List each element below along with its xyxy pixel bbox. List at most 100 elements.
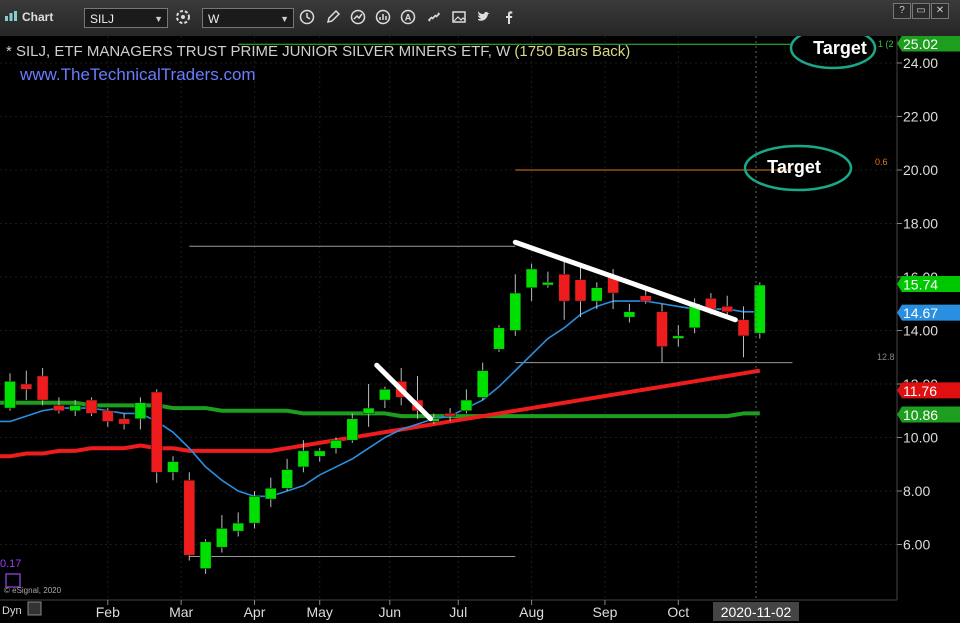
candle-body [69,405,81,411]
candle-body [297,450,310,468]
maximize-button-label: ▭ [916,5,926,16]
candle-body [639,295,652,302]
chart-toolbar: Chart SILJ ▼ W ▼ A ? ▭ ✕ [0,0,960,37]
candle-body [444,413,456,417]
bars-back-label: (1750 Bars Back) [514,43,630,60]
time-tick-label: Aug [519,604,544,620]
price-tag-label: 14.67 [903,305,938,321]
candle-body [216,528,228,548]
time-icon[interactable] [298,9,316,27]
candle-body [183,480,196,556]
close-button[interactable]: ✕ [931,3,949,19]
time-tick-label: May [306,604,332,620]
price-tag: 10.86 [897,406,960,423]
candle-body [623,311,636,318]
candle [199,539,212,574]
interval-value: W [208,12,220,26]
fib-upper-label: 1 (2 [878,39,894,49]
candle-body [574,279,587,302]
price-tick-label: 6.00 [903,537,930,553]
price-tag-label: 15.74 [903,276,938,292]
candle [493,325,505,352]
price-tag: 11.76 [897,382,960,399]
close-button-label: ✕ [935,5,945,16]
time-tick-label: Jun [379,604,402,620]
candle-body [558,274,570,302]
price-tick-label: 14.00 [903,323,938,339]
time-tick-label: Oct [667,604,689,620]
alert-icon[interactable]: A [399,9,417,27]
price-tick-label: 10.00 [903,430,938,446]
link-icon[interactable] [425,9,443,27]
image-icon[interactable] [450,9,468,27]
interval-input[interactable]: W ▼ [202,8,294,28]
candle-body [656,311,668,347]
price-tick-label: 24.00 [903,55,938,71]
candle-body [346,418,359,441]
candle-body [591,287,603,302]
price-tick-label: 20.00 [903,162,938,178]
dyn-label[interactable]: Dyn [2,605,22,617]
price-tick-label: 22.00 [903,109,938,125]
candle-body [313,450,326,457]
candle-body [379,389,391,401]
symbol-input[interactable]: SILJ ▼ [84,8,168,28]
price-tag-label: 11.76 [903,383,937,399]
copyright-label: © eSignal, 2020 [4,586,62,595]
candle-body [36,375,49,401]
candle-body [672,335,685,339]
candle-body [199,541,212,569]
help-button[interactable]: ? [893,3,911,19]
price-chart[interactable]: * SILJ, ETF MANAGERS TRUST PRIME JUNIOR … [0,36,960,623]
candle-body [167,461,179,473]
maximize-button[interactable]: ▭ [912,3,930,19]
facebook-icon[interactable] [500,9,518,27]
twitter-icon[interactable] [475,9,493,27]
time-tick-label: Sep [592,604,617,620]
chart-app-icon [5,11,17,21]
candle-body [53,405,65,411]
price-tag: 25.02 [897,36,960,52]
candle-body [102,410,114,422]
time-tick-label: Jul [449,604,467,620]
svg-text:A: A [405,13,412,23]
chevron-down-icon[interactable]: ▼ [154,9,163,29]
target-upper-label: Target [813,38,867,58]
candle-body [330,439,342,449]
chart-style-icon[interactable] [349,9,367,27]
candle-body [542,282,554,286]
time-tick-label: Apr [244,604,266,620]
candle-body [525,268,538,288]
candle-body [248,496,261,524]
price-tag-label: 10.86 [903,407,938,423]
candle [150,389,163,483]
website-label[interactable]: www.TheTechnicalTraders.com [19,65,256,84]
stats-icon[interactable] [374,9,392,27]
candle-body [509,292,522,331]
instrument-title: * SILJ, ETF MANAGERS TRUST PRIME JUNIOR … [6,43,630,60]
candle-body [150,391,163,473]
price-tag: 15.74 [897,275,960,292]
settings-icon[interactable] [174,9,192,27]
chart-window: Chart SILJ ▼ W ▼ A ? ▭ ✕ * SILJ, ETF MAN… [0,0,960,623]
instrument-name: * SILJ, ETF MANAGERS TRUST PRIME JUNIOR … [6,43,511,60]
draw-icon[interactable] [324,9,342,27]
candle-body [4,381,16,409]
time-tick-label: Mar [169,604,193,620]
candle-body [85,399,98,414]
price-tag-label: 25.02 [903,36,938,52]
candle [183,472,196,561]
chart-title-label: Chart [22,10,54,24]
target-lower-label: Target [767,157,821,177]
candle-body [281,469,293,489]
help-button-label: ? [899,5,905,16]
price-tick-label: 18.00 [903,216,938,232]
candle [85,397,98,417]
lock-icon[interactable] [27,601,42,616]
candle-body [134,402,147,420]
time-tick-label: Feb [96,604,120,620]
chevron-down-icon[interactable]: ▼ [280,9,289,29]
candle-body [493,327,505,350]
candle-body [362,407,375,414]
candle [754,282,766,339]
